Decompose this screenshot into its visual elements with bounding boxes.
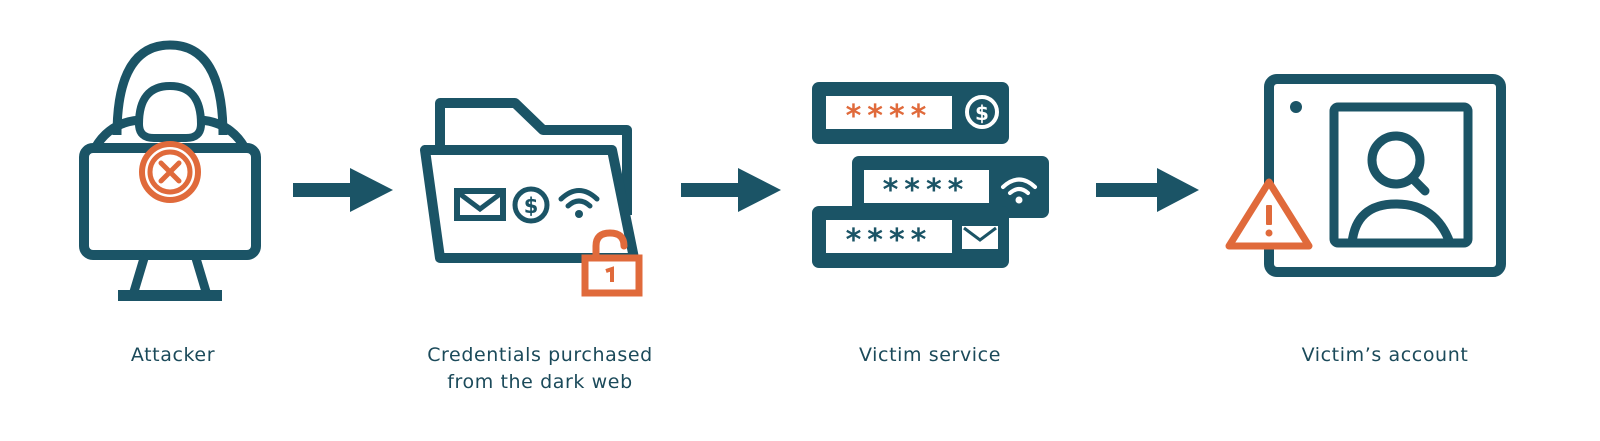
arrow-right-icon (1096, 168, 1199, 212)
step-label-credentials: Credentials purchased from the dark web (380, 342, 700, 396)
compromised-account-icon (1225, 74, 1506, 277)
svg-text:****: **** (883, 173, 970, 208)
step-label-attacker: Attacker (130, 344, 216, 366)
arrow-right-icon (293, 168, 393, 212)
step-label-credentials-line-2: from the dark web (447, 371, 633, 393)
leaked-credentials-folder-icon: $ (420, 98, 643, 297)
svg-text:****: **** (846, 223, 933, 258)
diagram-artwork: $ **** $ **** **** (79, 40, 1506, 301)
svg-text:$: $ (524, 194, 539, 218)
step-label-victim-service: Victim service (858, 344, 1002, 366)
credential-stuffing-diagram: $ **** $ **** **** Attacker Credentials … (0, 0, 1600, 441)
hacker-computer-icon (79, 40, 261, 301)
step-label-victim-account: Victim’s account (1301, 344, 1469, 366)
arrow-right-icon (681, 168, 781, 212)
credential-server-stack-icon: **** $ **** **** (812, 82, 1049, 268)
svg-text:$: $ (975, 101, 989, 125)
step-label-credentials-line-1: Credentials purchased (427, 344, 653, 366)
svg-text:****: **** (846, 99, 933, 134)
